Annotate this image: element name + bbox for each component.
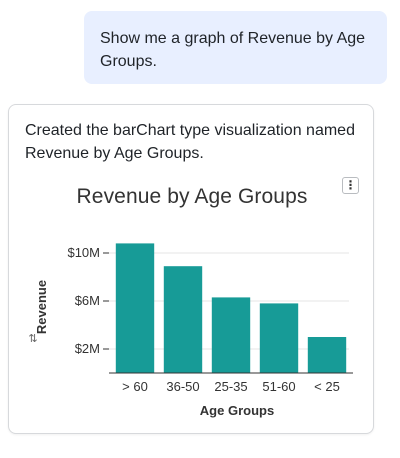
y-tick-label: $6M [75, 293, 100, 308]
sort-icon[interactable]: ⇅ [28, 333, 37, 345]
y-axis-ticks: $2M $6M $10M [67, 245, 109, 356]
x-tick-label: 36-50 [166, 379, 199, 394]
user-message-text: Show me a graph of Revenue by Age Groups… [100, 30, 366, 70]
x-tick-label: 25-35 [214, 379, 247, 394]
chart-bar[interactable] [259, 303, 299, 373]
chart-bar[interactable] [163, 266, 203, 373]
chart-bar[interactable] [307, 337, 347, 373]
x-axis-ticks: > 60 36-50 25-35 51-60 < 25 [122, 379, 340, 394]
chart-bars [115, 243, 347, 373]
x-tick-label: > 60 [122, 379, 148, 394]
y-tick-label: $2M [75, 341, 100, 356]
chart-bar[interactable] [115, 243, 155, 373]
x-tick-label: 51-60 [262, 379, 295, 394]
x-tick-label: < 25 [314, 379, 340, 394]
chart-bar[interactable] [211, 297, 251, 373]
y-axis-title: Revenue [34, 280, 49, 334]
x-axis-title: Age Groups [200, 403, 274, 418]
bar-chart: $2M $6M $10M > 60 36-50 25-35 51-60 < 25 Reven… [28, 243, 353, 418]
y-tick-label: $10M [67, 245, 100, 260]
user-message-bubble: Show me a graph of Revenue by Age Groups… [84, 11, 387, 84]
assistant-message-card: Created the barChart type visualization … [8, 104, 374, 434]
